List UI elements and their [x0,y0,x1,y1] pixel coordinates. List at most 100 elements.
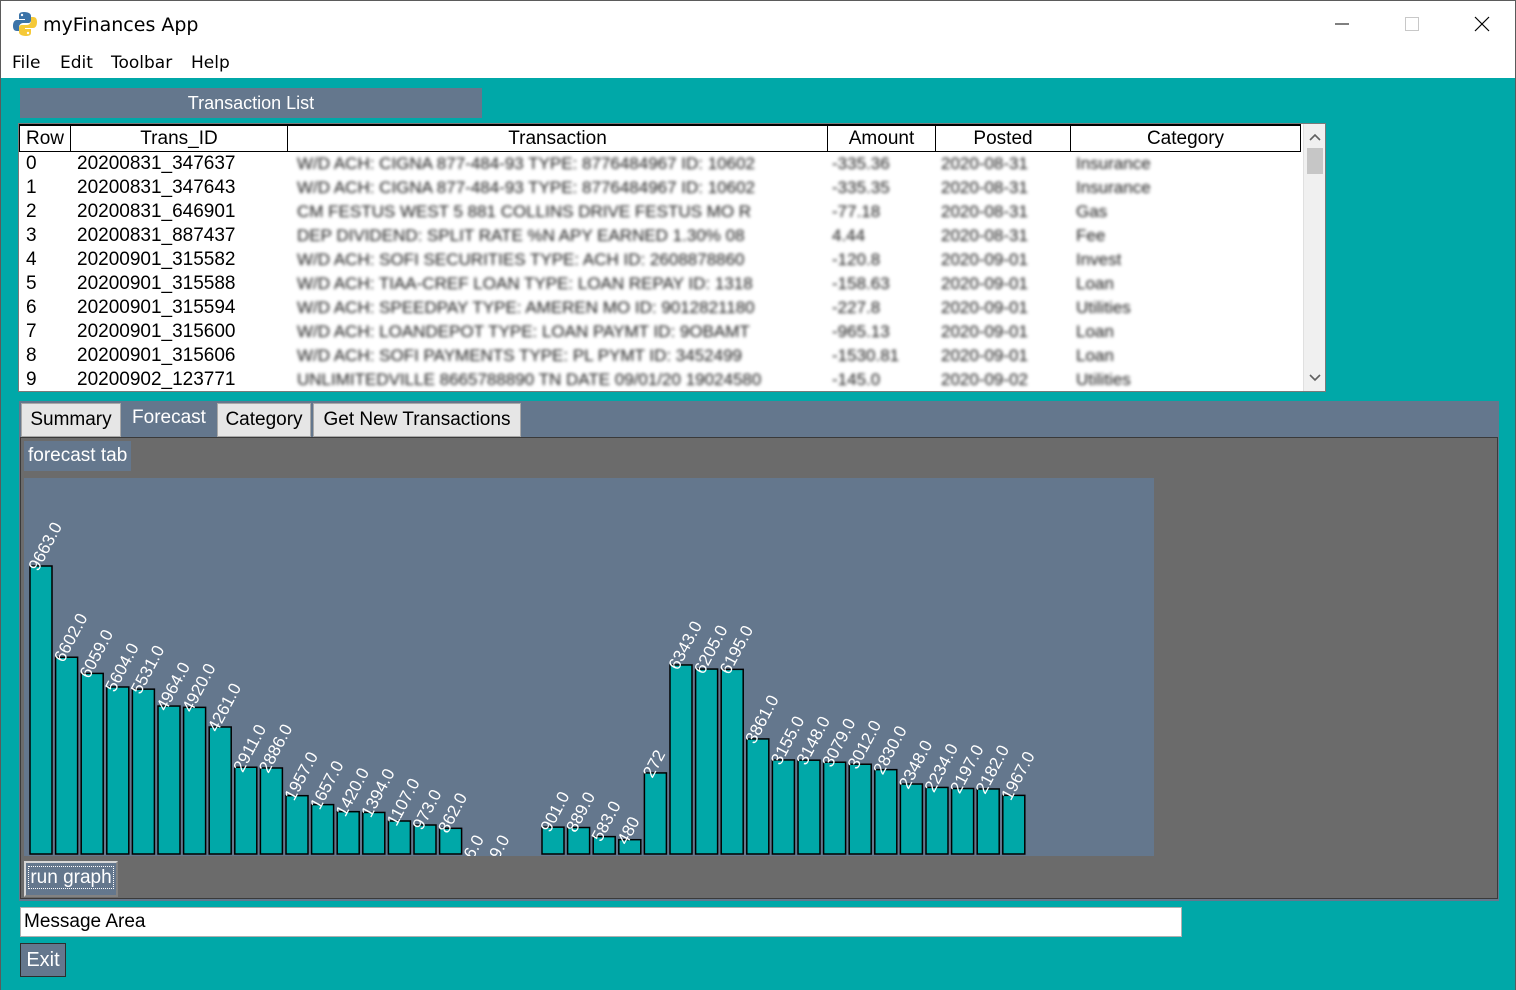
cell-row: 3 [26,225,37,246]
cell-amount: -335.35 [832,178,890,197]
cell-amount: -1530.81 [832,346,900,365]
chart-bar [234,766,258,855]
forecast-tab-panel: forecast tab 9663.0 6602.0 6059.0 5604.0 553… [20,437,1498,899]
cell-posted: 2020-09-01 [941,346,1028,365]
cell-transaction: CM FESTUS WEST 5 881 COLLINS DRIVE FESTU… [297,202,752,221]
column-header-posted[interactable]: Posted [935,124,1071,152]
table-row[interactable]: 2 20200831_646901 CM FESTUS WEST 5 881 C… [19,200,1301,224]
chevron-down-icon [1309,374,1321,382]
cell-transaction: W/D ACH: SOFI PAYMENTS TYPE: PL PYMT ID:… [297,346,742,365]
cell-category: Loan [1076,274,1114,293]
chart-bar [29,565,53,855]
scroll-thumb[interactable] [1307,148,1323,174]
cell-trans-id: 20200901_315588 [77,273,236,294]
table-row[interactable]: 0 20200831_347637 W/D ACH: CIGNA 877-484… [19,152,1301,176]
cell-amount: -227.8 [832,298,881,317]
chart-bar [848,763,872,855]
cell-category: Utilities [1076,370,1131,389]
chart-bar [80,672,104,855]
cell-trans-id: 20200901_315582 [77,249,236,270]
table-row[interactable]: 7 20200901_315600 W/D ACH: LOANDEPOT TYP… [19,320,1301,344]
cell-transaction: W/D ACH: LOANDEPOT TYPE: LOAN PAYMT ID: … [297,322,750,341]
cell-trans-id: 20200831_646901 [77,201,236,222]
chart-bar [669,664,693,855]
cell-row: 2 [26,201,37,222]
menu-file[interactable]: File [12,53,40,73]
cell-transaction: UNLIMITEDVILLE 8665788890 TN DATE 09/01/… [297,370,762,389]
cell-row: 8 [26,345,37,366]
chart-bar [157,705,181,855]
title-bar: myFinances App [0,0,1516,46]
cell-posted: 2020-09-01 [941,298,1028,317]
chart-data-label: 9663.0 [25,519,66,574]
minimize-icon [1335,23,1349,25]
forecast-tab-label: forecast tab [24,441,132,471]
table-row[interactable]: 6 20200901_315594 W/D ACH: SPEEDPAY TYPE… [19,296,1301,320]
chart-bar [259,767,284,855]
cell-amount: -77.18 [832,202,881,221]
column-header-amount[interactable]: Amount [827,124,936,152]
cell-posted: 2020-09-01 [941,250,1028,269]
chart-bar [208,726,232,855]
cell-trans-id: 20200831_347643 [77,177,236,198]
cell-trans-id: 20200901_315594 [77,297,236,318]
menu-toolbar[interactable]: Toolbar [111,53,172,73]
chart-data-label: 4261.0 [204,680,245,735]
chart-bar [1002,794,1026,855]
table-scrollbar[interactable] [1303,124,1325,391]
cell-trans-id: 20200831_887437 [77,225,236,246]
table-row[interactable]: 8 20200901_315606 W/D ACH: SOFI PAYMENTS… [19,344,1301,368]
table-row[interactable]: 3 20200831_887437 DEP DIVIDEND: SPLIT RA… [19,224,1301,248]
table-row[interactable]: 1 20200831_347643 W/D ACH: CIGNA 877-484… [19,176,1301,200]
cell-row: 1 [26,177,37,198]
table-row[interactable]: 9 20200902_123771 UNLIMITEDVILLE 8665788… [19,368,1301,391]
maximize-button[interactable] [1377,1,1447,47]
table-row[interactable]: 5 20200901_315588 W/D ACH: TIAA-CREF LOA… [19,272,1301,296]
minimize-button[interactable] [1307,1,1377,47]
menu-edit[interactable]: Edit [60,53,93,73]
cell-category: Utilities [1076,298,1131,317]
chart-bar [720,668,744,855]
window-title: myFinances App [43,14,199,36]
tab-get-new-transactions[interactable]: Get New Transactions [313,403,521,437]
cell-category: Insurance [1076,178,1151,197]
cell-posted: 2020-08-31 [941,178,1028,197]
cell-row: 9 [26,369,37,390]
close-icon [1474,16,1490,32]
column-header-row[interactable]: Row [19,124,71,152]
menu-help[interactable]: Help [191,53,230,73]
column-header-trans-id[interactable]: Trans_ID [70,124,288,152]
chart-bar [131,688,156,855]
notebook: Summary Forecast Category Get New Transa… [19,401,1499,901]
cell-transaction: DEP DIVIDEND: SPLIT RATE %N APY EARNED 1… [297,226,745,245]
tab-forecast[interactable]: Forecast [123,401,215,437]
cell-category: Insurance [1076,154,1151,173]
cell-amount: -965.13 [832,322,890,341]
menu-bar: File Edit Toolbar Help [0,46,1516,78]
table-row[interactable]: 4 20200901_315582 W/D ACH: SOFI SECURITI… [19,248,1301,272]
forecast-bar-chart: 9663.06602.06059.05604.05531.04964.04920… [25,519,1039,862]
cell-transaction: W/D ACH: CIGNA 877-484-93 TYPE: 87764849… [297,154,756,173]
cell-trans-id: 20200901_315600 [77,321,236,342]
chart-bar [182,706,207,855]
cell-row: 4 [26,249,37,270]
run-graph-button[interactable]: run graph [24,861,118,897]
close-button[interactable] [1447,1,1516,47]
message-area[interactable]: Message Area [20,907,1182,937]
cell-amount: 4.44 [832,226,866,245]
transaction-list-label: Transaction List [20,88,482,118]
tab-summary[interactable]: Summary [21,403,121,437]
tab-category[interactable]: Category [217,403,311,437]
chart-bar [797,759,821,855]
cell-transaction: W/D ACH: SOFI SECURITIES TYPE: ACH ID: 2… [297,250,745,269]
chart-data-label: 6.0 [460,832,488,856]
column-header-transaction[interactable]: Transaction [287,124,828,152]
scroll-down-button[interactable] [1304,367,1325,389]
column-header-category[interactable]: Category [1070,124,1301,152]
chart-bar [106,686,130,855]
exit-button[interactable]: Exit [20,943,66,977]
scroll-up-button[interactable] [1304,126,1325,148]
cell-row: 7 [26,321,37,342]
chart-data-label: 3861.0 [742,692,783,747]
cell-posted: 2020-08-31 [941,226,1028,245]
